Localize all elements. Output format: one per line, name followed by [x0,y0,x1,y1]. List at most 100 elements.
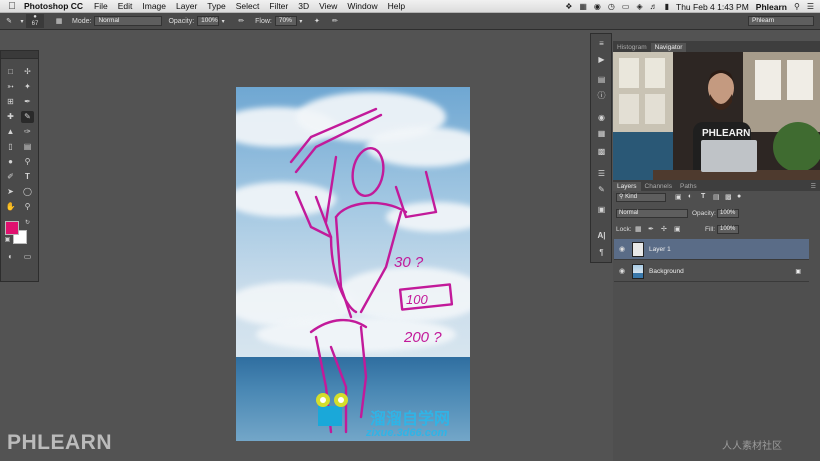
layer-name[interactable]: Layer 1 [649,246,671,253]
zoom-tool-icon[interactable]: ⚲ [21,201,34,213]
dodge-tool-icon[interactable]: ⚲ [21,156,34,168]
grid-icon[interactable]: ▦ [579,2,587,11]
type-tool-icon[interactable]: T [21,171,34,183]
eraser-icon[interactable]: ▯ [4,141,17,153]
menu-file[interactable]: File [94,1,108,11]
tools-grip[interactable] [1,51,38,59]
character-icon[interactable]: A| [595,230,608,241]
path-select-icon[interactable]: ➤ [4,186,17,198]
info-icon[interactable]: ⓘ [595,90,608,101]
marquee-tool-icon[interactable]: □ [4,66,17,78]
app-menu[interactable]: Photoshop CC [24,1,83,11]
menu-layer[interactable]: Layer [176,1,197,11]
ellipse-tool-icon[interactable]: ◯ [21,186,34,198]
tab-navigator[interactable]: Navigator [650,43,687,52]
display-icon[interactable]: ▭ [622,2,630,11]
menu-select[interactable]: Select [236,1,260,11]
clock[interactable]: Thu Feb 4 1:43 PM [676,2,749,12]
healing-brush-icon[interactable]: ✚ [4,111,17,123]
menu-window[interactable]: Window [347,1,377,11]
brush-tool-icon[interactable]: ✎ [21,111,34,123]
layer-row[interactable]: ◉ Layer 1 [614,239,809,260]
fill-field[interactable]: 100% [717,225,739,234]
mode-select[interactable]: Normal [94,16,163,26]
pressure-size-icon[interactable]: ✏ [327,17,343,25]
foreground-color[interactable] [5,221,19,235]
hand-tool-icon[interactable]: ✋ [4,201,17,213]
layer-opacity-field[interactable]: 100% [717,209,739,218]
properties-icon[interactable]: ☰ [595,168,608,179]
filter-toggle-icon[interactable]: ● [737,193,741,200]
menu-image[interactable]: Image [142,1,166,11]
screen-mode-icon[interactable]: ▭ [21,251,34,263]
brushes-icon[interactable]: ✎ [595,184,608,195]
search-icon[interactable]: ⚲ [794,2,800,11]
brush-size-picker[interactable]: ● 67 [26,14,44,28]
pen-tool-icon[interactable]: ✐ [4,171,17,183]
blend-mode-select[interactable]: Normal [616,209,688,218]
history-brush-icon[interactable]: ✑ [21,126,34,138]
chevron-down-icon[interactable]: ▾ [18,18,26,25]
blur-tool-icon[interactable]: ● [4,156,17,168]
lock-move-icon[interactable]: ✢ [661,225,667,233]
apple-icon[interactable]:  [0,1,24,12]
lasso-tool-icon[interactable]: ➳ [4,81,17,93]
user-name[interactable]: Phlearn [756,2,787,12]
move-tool-icon[interactable]: ✢ [21,66,34,78]
eye-icon[interactable]: ◉ [614,267,630,275]
menu-type[interactable]: Type [207,1,225,11]
flow-field[interactable]: 70% [274,16,297,26]
tab-channels[interactable]: Channels [641,182,676,191]
lock-icon[interactable]: ▣ [674,225,681,233]
timemachine-icon[interactable]: ◷ [608,2,615,11]
airbrush-icon[interactable]: ✦ [309,17,325,25]
document-canvas[interactable]: 30 ? 100 200 ? [236,87,470,441]
menu-filter[interactable]: Filter [269,1,288,11]
opacity-field[interactable]: 100% [197,16,220,26]
volume-icon[interactable]: ♬ [650,2,658,11]
notification-icon[interactable]: ☰ [807,2,814,11]
flow-dropdown-icon[interactable]: ▾ [297,18,305,25]
lock-transparent-icon[interactable]: ▦ [635,225,642,233]
styles-icon[interactable]: ▩ [595,146,608,157]
clone-source-icon[interactable]: ◉ [595,112,608,123]
history-icon[interactable]: ≡ [595,38,608,49]
adjustments-icon[interactable]: ▤ [595,74,608,85]
wifi-icon[interactable]: ◈ [636,2,642,11]
menu-edit[interactable]: Edit [118,1,133,11]
workspace-select[interactable]: Phlearn [748,16,814,26]
tab-layers[interactable]: Layers [613,182,641,191]
layer-name[interactable]: Background [649,268,684,275]
play-actions-icon[interactable]: ▶ [595,54,608,65]
menu-view[interactable]: View [319,1,337,11]
filter-smart-icon[interactable]: ▩ [725,193,732,201]
camera-icon[interactable]: ◉ [594,2,601,11]
clone-stamp-icon[interactable]: ▲ [4,126,17,138]
quick-select-icon[interactable]: ✦ [21,81,34,93]
brush-presets-icon[interactable]: ▣ [595,204,608,215]
filter-adjust-icon[interactable]: ◐ [688,193,692,200]
swatches-icon[interactable]: ▦ [595,128,608,139]
eye-icon[interactable]: ◉ [614,245,630,253]
paragraph-icon[interactable]: ¶ [595,247,608,258]
layer-filter-select[interactable]: ⚲ Kind [616,193,666,202]
battery-icon[interactable]: ▮ [665,2,669,11]
tab-histogram[interactable]: Histogram [613,43,651,52]
menu-3d[interactable]: 3D [298,1,309,11]
filter-type-icon[interactable]: T [701,193,705,200]
tab-paths[interactable]: Paths [676,182,701,191]
lock-paint-icon[interactable]: ✒ [648,225,654,233]
panel-menu-icon[interactable]: ☰ [807,182,820,191]
opacity-dropdown-icon[interactable]: ▾ [219,18,227,25]
brush-icon[interactable]: ✎ [0,17,18,25]
layer-row[interactable]: ◉ Background ▣ [614,261,809,282]
filter-shape-icon[interactable]: ▤ [713,193,720,201]
crop-tool-icon[interactable]: ⊞ [4,96,17,108]
swap-colors-icon[interactable]: ↻ [21,217,34,229]
pressure-opacity-icon[interactable]: ✏ [233,17,249,25]
quick-mask-icon[interactable]: ◐ [4,251,17,263]
eyedropper-icon[interactable]: ✒ [21,96,34,108]
default-colors-icon[interactable]: ▣ [1,234,14,246]
gradient-icon[interactable]: ▤ [21,141,34,153]
filter-pixel-icon[interactable]: ▣ [675,193,682,201]
